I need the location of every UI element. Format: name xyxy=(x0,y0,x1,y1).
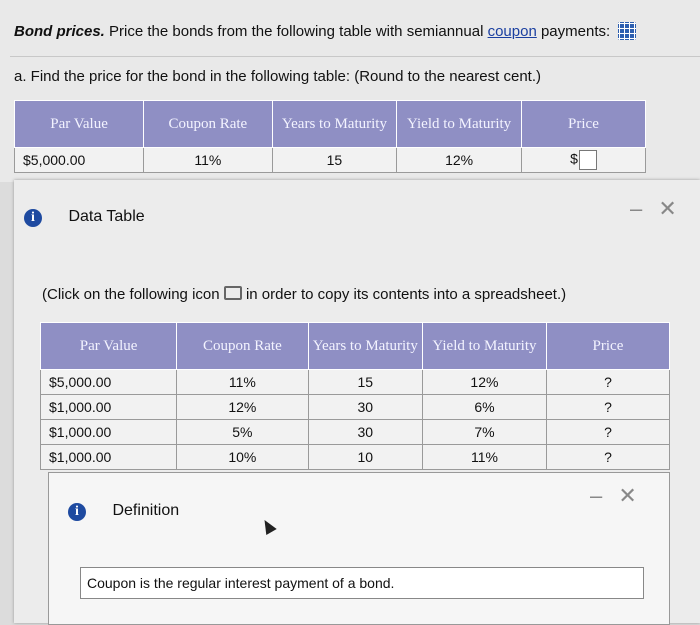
minimize-button[interactable]: – xyxy=(590,483,602,508)
problem-statement: Bond prices. Price the bonds from the fo… xyxy=(14,22,637,40)
col-header: Par Value xyxy=(39,322,178,370)
col-header: Years to Maturity xyxy=(307,322,423,370)
cell: 12% xyxy=(396,147,522,173)
data-table-header: i Data Table xyxy=(24,208,145,227)
col-header: Coupon Rate xyxy=(176,322,309,370)
cell: $1,000.00 xyxy=(39,394,178,420)
copy-icon[interactable] xyxy=(223,286,242,300)
cell: $5,000.00 xyxy=(39,369,178,395)
dialog-title: Definition xyxy=(112,502,180,519)
col-header: Coupon Rate xyxy=(143,100,273,148)
price-input[interactable] xyxy=(578,150,597,170)
dialog-controls: – ✕ xyxy=(630,196,677,222)
cell: ? xyxy=(545,419,671,445)
instruction-after: in order to copy its contents into a spr… xyxy=(245,286,567,303)
definition-header: i Definition xyxy=(68,502,179,521)
price-cell: $ xyxy=(520,147,647,173)
cell: ? xyxy=(545,369,671,395)
definition-dialog xyxy=(48,472,670,625)
instruction-before: (Click on the following icon xyxy=(42,286,220,303)
problem-title: Bond prices. xyxy=(14,23,105,40)
cell: 12% xyxy=(176,394,309,420)
part-a-prompt: a. Find the price for the bond in the fo… xyxy=(14,68,541,85)
cell: 15 xyxy=(307,369,423,395)
col-header: Price xyxy=(520,100,647,148)
info-icon: i xyxy=(24,209,42,227)
cell: 11% xyxy=(421,444,547,470)
data-table: Par Value Coupon Rate Years to Maturity … xyxy=(39,322,671,470)
copy-instruction: (Click on the following icon in order to… xyxy=(42,286,566,303)
table-row: $1,000.00 12% 30 6% ? xyxy=(39,394,671,420)
col-header: Years to Maturity xyxy=(271,100,398,148)
cell: $1,000.00 xyxy=(39,444,178,470)
cell: ? xyxy=(545,444,671,470)
cell: 10 xyxy=(307,444,423,470)
question-table: Par Value Coupon Rate Years to Maturity … xyxy=(13,100,647,173)
table-row: $1,000.00 10% 10 11% ? xyxy=(39,444,671,470)
close-button[interactable]: ✕ xyxy=(618,483,636,508)
cell: 12% xyxy=(421,369,547,395)
cell: 30 xyxy=(307,394,423,420)
minimize-button[interactable]: – xyxy=(630,196,642,221)
coupon-link[interactable]: coupon xyxy=(488,23,537,40)
cell: $5,000.00 xyxy=(13,147,145,173)
col-header: Price xyxy=(545,322,671,370)
cell: 11% xyxy=(176,369,309,395)
table-row: $5,000.00 11% 15 12% ? xyxy=(39,369,671,395)
cell: 10% xyxy=(176,444,309,470)
cell: $1,000.00 xyxy=(39,419,178,445)
cell: 5% xyxy=(176,419,309,445)
problem-text: Price the bonds from the following table… xyxy=(109,23,484,40)
col-header: Yield to Maturity xyxy=(421,322,547,370)
dollar-sign: $ xyxy=(570,150,578,167)
cell: 11% xyxy=(143,147,273,173)
dialog-controls: – ✕ xyxy=(590,483,637,509)
cell: 15 xyxy=(271,147,398,173)
col-header: Par Value xyxy=(13,100,145,148)
divider xyxy=(10,56,700,57)
cell: 7% xyxy=(421,419,547,445)
table-row: $1,000.00 5% 30 7% ? xyxy=(39,419,671,445)
table-row: $5,000.00 11% 15 12% $ xyxy=(13,147,647,173)
dialog-title: Data Table xyxy=(68,208,145,225)
problem-text-after: payments: xyxy=(540,23,611,40)
table-grid-icon[interactable] xyxy=(618,22,637,40)
cell: ? xyxy=(545,394,671,420)
info-icon: i xyxy=(68,503,86,521)
cell: 6% xyxy=(421,394,547,420)
cell: 30 xyxy=(307,419,423,445)
col-header: Yield to Maturity xyxy=(396,100,522,148)
close-button[interactable]: ✕ xyxy=(658,196,676,221)
definition-text: Coupon is the regular interest payment o… xyxy=(80,567,644,599)
